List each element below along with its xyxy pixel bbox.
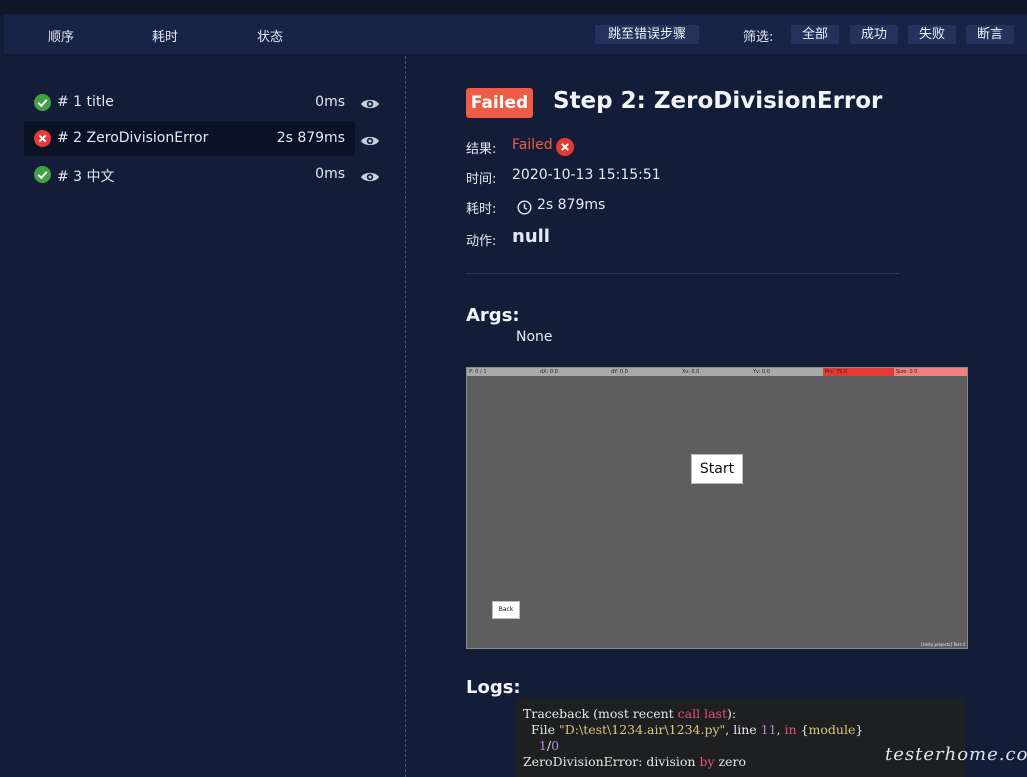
time-value: 2020-10-13 15:15:51 xyxy=(512,167,661,183)
duration-label: 耗时: xyxy=(466,202,497,217)
clock-icon xyxy=(517,200,532,215)
sort-tab-duration[interactable]: 耗时 xyxy=(152,26,178,45)
eye-icon[interactable] xyxy=(360,97,380,111)
step-name: 中文 xyxy=(86,169,115,185)
action-value: null xyxy=(512,226,550,247)
traceback-log: Traceback (most recent call last): File … xyxy=(517,698,965,777)
action-label: 动作: xyxy=(466,234,497,249)
pointer-info-cell: Size: 0.0 xyxy=(894,368,967,376)
sort-tab-status[interactable]: 状态 xyxy=(257,26,283,45)
toolbar: 顺序 耗时 状态 跳至错误步骤 筛选: 全部 成功 失败 断言 xyxy=(4,14,1027,54)
failed-x-icon xyxy=(556,138,574,156)
step-duration: 0ms xyxy=(315,94,345,110)
filter-failed-button[interactable]: 失败 xyxy=(908,25,956,44)
step-index: # 3 xyxy=(57,169,83,185)
status-badge: Failed xyxy=(466,88,533,118)
eye-icon[interactable] xyxy=(360,134,380,148)
result-label: 结果: xyxy=(466,142,497,157)
step-name: ZeroDivisionError xyxy=(86,130,209,146)
pointer-info-cell: dY: 0.0 xyxy=(611,369,628,375)
step-index: # 2 xyxy=(57,130,83,146)
step-duration: 2s 879ms xyxy=(276,130,345,146)
top-strip xyxy=(0,0,1027,14)
step-row-2[interactable]: # 2 ZeroDivisionError 2s 879ms xyxy=(24,121,355,156)
section-divider xyxy=(466,273,899,274)
logs-heading: Logs: xyxy=(466,677,521,698)
eye-icon[interactable] xyxy=(360,170,380,184)
filter-label: 筛选: xyxy=(743,30,774,45)
pointer-info-cell: Xv: 0.0 xyxy=(682,369,700,375)
filter-all-button[interactable]: 全部 xyxy=(791,25,839,44)
failed-x-icon xyxy=(34,130,51,147)
step-row-3[interactable]: # 3 中文 0ms xyxy=(24,157,355,192)
duration-value: 2s 879ms xyxy=(537,197,606,213)
panel-divider xyxy=(405,56,406,777)
screenshot-back-button: Back xyxy=(492,601,520,619)
step-screenshot[interactable]: P: 0 / 1 dX: 0.0 dY: 0.0 Xv: 0.0 Yv: 0.0… xyxy=(466,367,968,649)
pointer-info-cell: P: 0 / 1 xyxy=(469,369,487,375)
step-row-1[interactable]: # 1 title 0ms xyxy=(24,85,355,120)
success-check-icon xyxy=(34,166,51,183)
step-index: # 1 xyxy=(57,94,83,110)
pointer-info-cell: dX: 0.0 xyxy=(540,369,558,375)
pointer-info-cell: Yv: 0.0 xyxy=(753,369,770,375)
step-name: title xyxy=(86,94,114,110)
watermark: testerhome.com xyxy=(885,744,1027,765)
time-label: 时间: xyxy=(466,172,497,187)
step-title: Step 2: ZeroDivisionError xyxy=(553,88,883,114)
sort-tab-order[interactable]: 顺序 xyxy=(48,26,74,45)
filter-assert-button[interactable]: 断言 xyxy=(966,25,1014,44)
jump-to-error-button[interactable]: 跳至错误步骤 xyxy=(595,25,699,44)
filter-success-button[interactable]: 成功 xyxy=(850,25,898,44)
args-value: None xyxy=(516,329,553,345)
screenshot-start-button: Start xyxy=(691,454,743,484)
pointer-info-cell: Prs: 75.0 xyxy=(823,368,894,376)
success-check-icon xyxy=(34,94,51,111)
screenshot-corner-text: [Unity projects] Test 4 xyxy=(921,642,965,647)
step-duration: 0ms xyxy=(315,166,345,182)
result-value: Failed xyxy=(512,137,553,153)
args-heading: Args: xyxy=(466,305,520,326)
